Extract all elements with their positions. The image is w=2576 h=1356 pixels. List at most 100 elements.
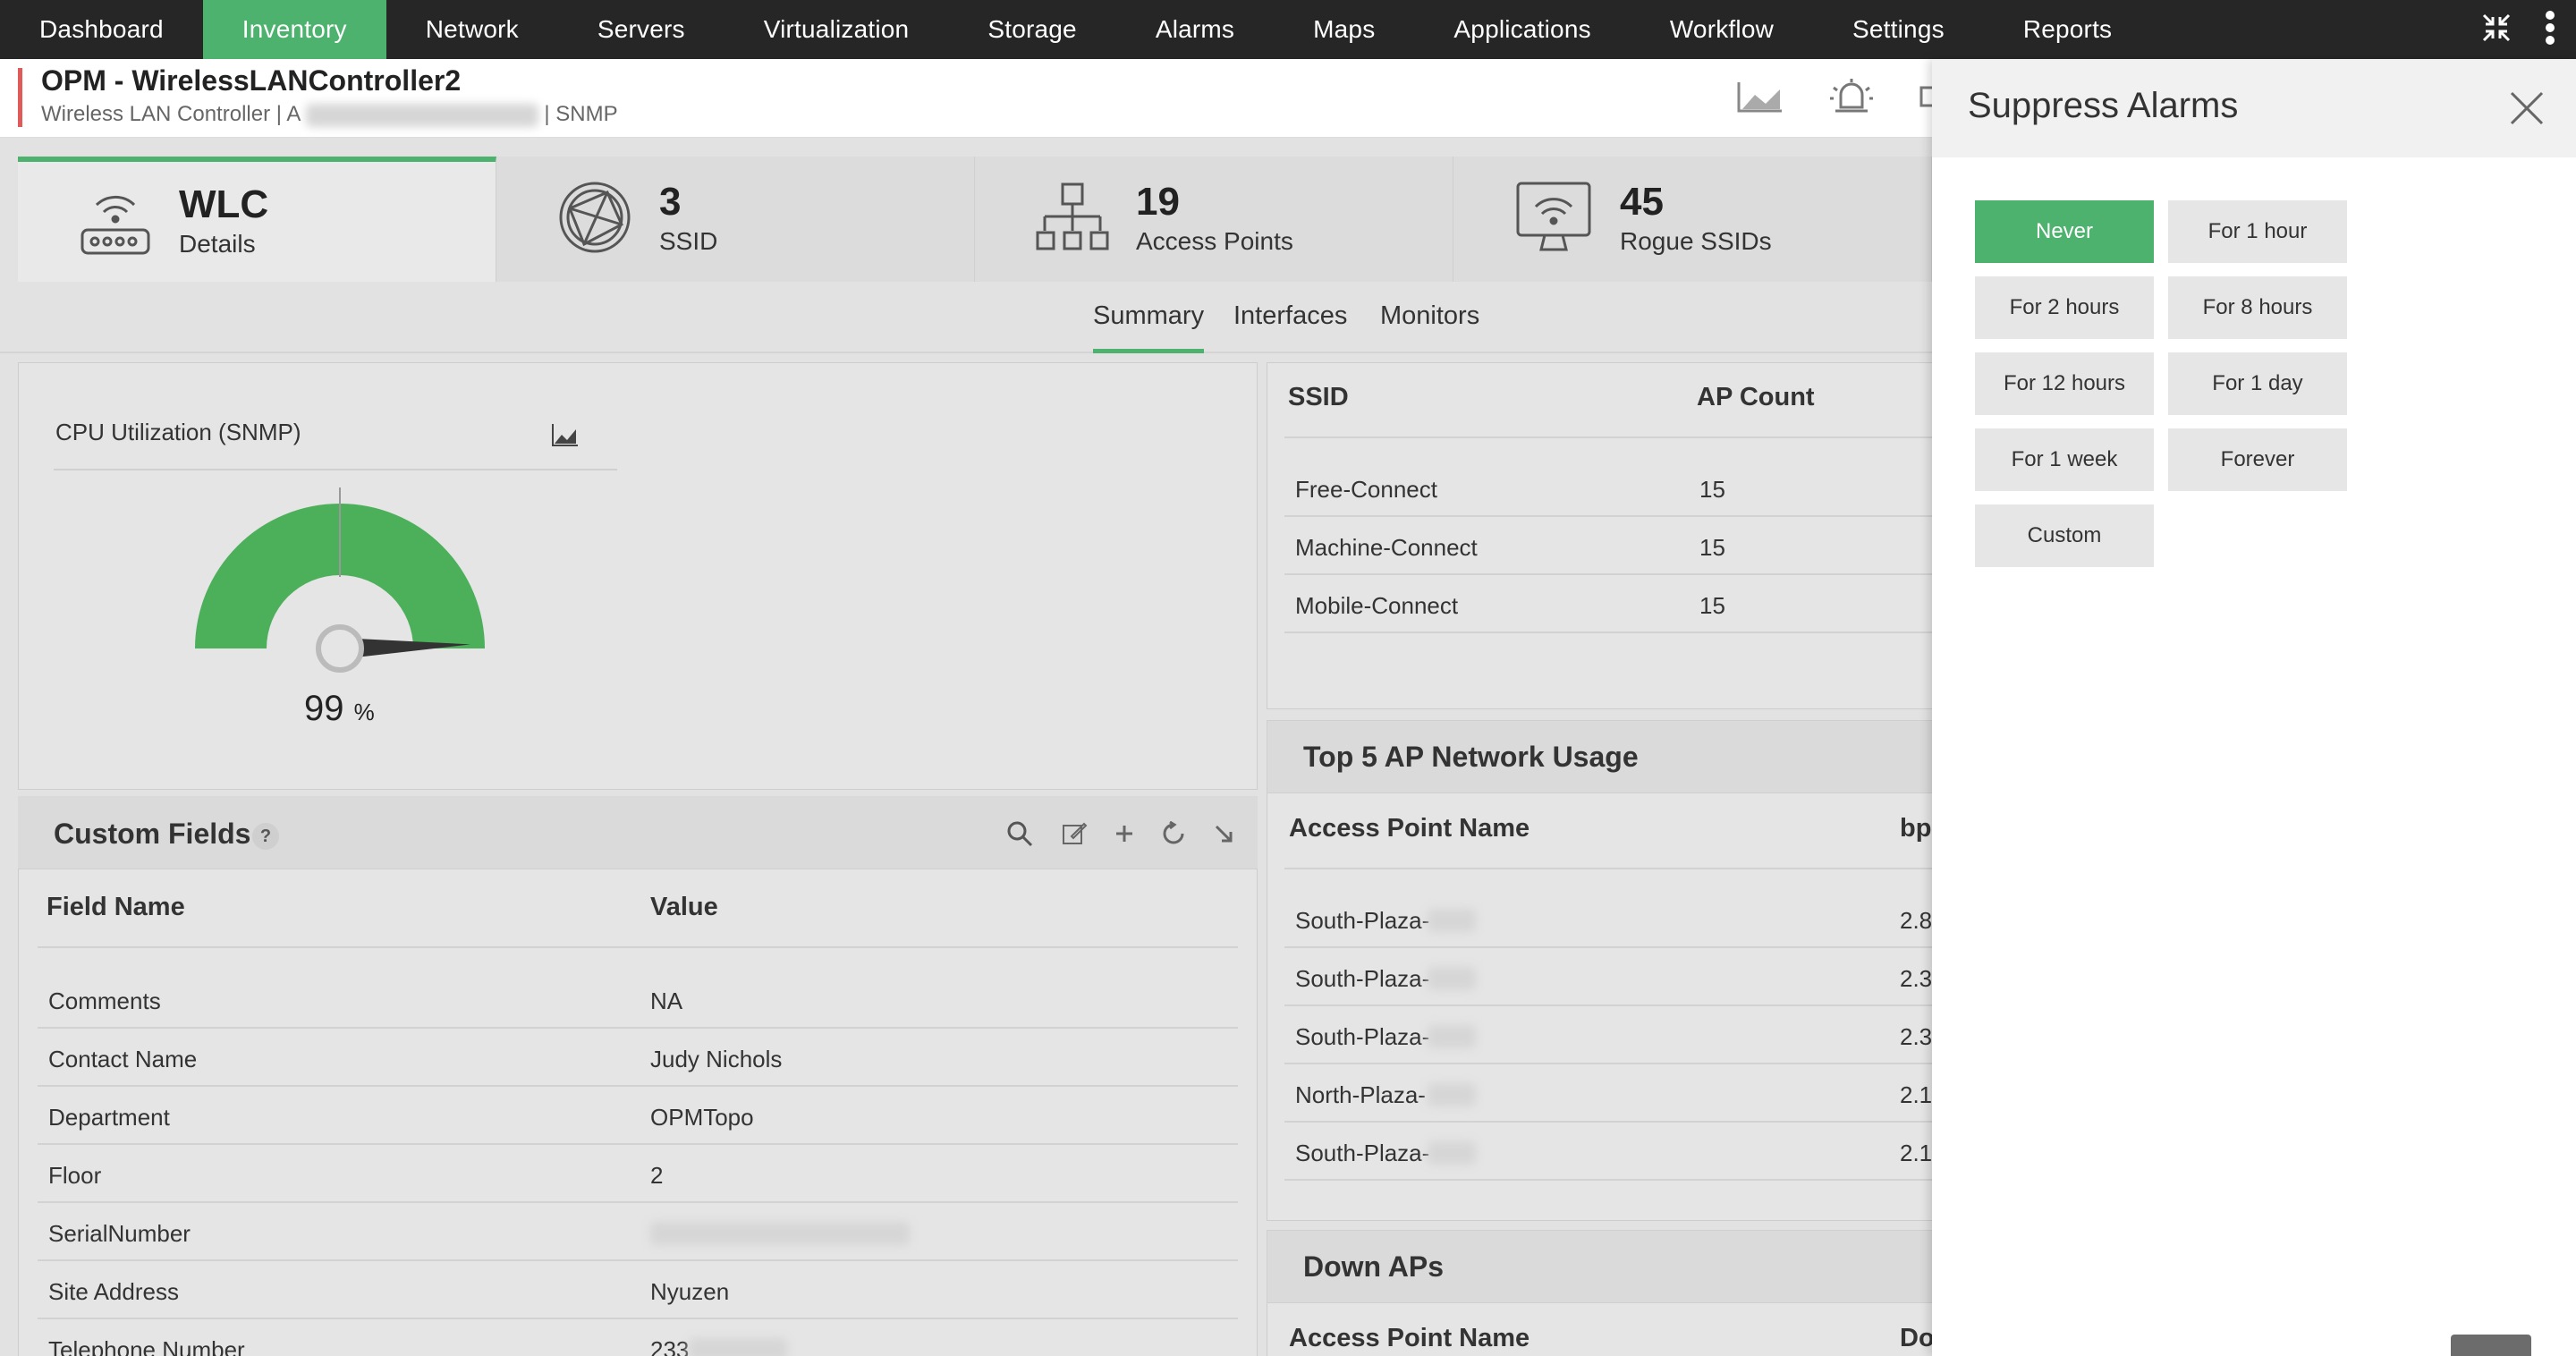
page-title: OPM - WirelessLANController2 [41, 64, 462, 97]
suppress-forever-button[interactable]: Forever [2168, 428, 2347, 491]
tile-label: Details [179, 230, 256, 258]
suppress-1-week-button[interactable]: For 1 week [1975, 428, 2154, 491]
col-ap-count: AP Count [1697, 383, 1815, 411]
help-icon[interactable]: ? [252, 823, 279, 850]
ap-name: North-Plaza- [1295, 1081, 1426, 1108]
device-subtitle: Wireless LAN Controller | A | SNMP [41, 102, 618, 127]
nav-virtualization[interactable]: Virtualization [724, 0, 949, 59]
suppress-1-day-button[interactable]: For 1 day [2168, 352, 2347, 415]
tile-label: Rogue SSIDs [1620, 227, 1772, 255]
gauge-hub [316, 624, 364, 673]
redacted-suffix [1428, 1083, 1476, 1106]
ap-bps: 2.3 [1900, 965, 1933, 992]
top5-title: Top 5 AP Network Usage [1303, 741, 1639, 773]
table-row: Telephone Number 233 [38, 1320, 1238, 1356]
more-vertical-icon[interactable] [2544, 10, 2556, 50]
tab-monitors[interactable]: Monitors [1380, 301, 1479, 331]
suppress-alarms-panel: Suppress Alarms Never For 1 hour For 2 h… [1932, 59, 2576, 1356]
table-row: SerialNumber [38, 1204, 1238, 1261]
ap-name: South-Plaza- [1295, 1140, 1430, 1166]
summary-tiles: WLC Details 3 SSID 19 Access Points 45 R… [18, 157, 1932, 282]
subtitle-suffix: | SNMP [544, 102, 618, 126]
chart-icon[interactable] [551, 422, 580, 452]
field-name: Department [48, 1104, 170, 1131]
field-name: Site Address [48, 1278, 179, 1305]
field-name: Contact Name [48, 1046, 198, 1072]
suppress-never-button[interactable]: Never [1975, 200, 2154, 263]
table-row: South-Plaza- 2.1 [1284, 1123, 1932, 1181]
down-aps-header: Down APs [1267, 1230, 1946, 1303]
table-row: South-Plaza- 2.8 [1284, 891, 1932, 948]
field-value: Nyuzen [650, 1278, 730, 1305]
cpu-title: CPU Utilization (SNMP) [55, 419, 301, 445]
col-access-point-name: Access Point Name [1289, 1324, 1530, 1352]
col-down-since: Do [1900, 1324, 1935, 1352]
nav-maps[interactable]: Maps [1274, 0, 1414, 59]
tile-access-points[interactable]: 19 Access Points [975, 157, 1453, 282]
redacted-suffix [1428, 1141, 1476, 1165]
field-name: Floor [48, 1162, 102, 1189]
table-row: Contact Name Judy Nichols [38, 1030, 1238, 1087]
custom-fields-header: Custom Fields ? [18, 796, 1258, 869]
wlc-router-icon [79, 183, 152, 261]
chat-tab[interactable] [2451, 1335, 2531, 1356]
redacted-serial [650, 1222, 910, 1245]
suppress-1-hour-button[interactable]: For 1 hour [2168, 200, 2347, 263]
nav-settings[interactable]: Settings [1813, 0, 1984, 59]
nav-network[interactable]: Network [386, 0, 558, 59]
ap-count: 15 [1699, 592, 1725, 619]
collapse-icon[interactable] [2481, 13, 2512, 47]
cpu-gauge [195, 487, 485, 673]
add-icon[interactable] [1114, 824, 1134, 848]
suppress-custom-button[interactable]: Custom [1975, 504, 2154, 567]
redacted-suffix [1428, 1025, 1476, 1048]
tile-rogue-ssids[interactable]: 45 Rogue SSIDs [1453, 157, 1932, 282]
table-row: Floor 2 [38, 1146, 1238, 1203]
tile-value: 45 [1620, 180, 1664, 224]
redacted-suffix [1428, 909, 1476, 932]
tab-interfaces[interactable]: Interfaces [1233, 301, 1347, 331]
table-row: Mobile-Connect 15 [1284, 576, 1932, 633]
nav-alarms[interactable]: Alarms [1116, 0, 1274, 59]
graph-icon[interactable] [1735, 79, 1785, 119]
search-icon[interactable] [1005, 819, 1034, 852]
nav-right-tools [2481, 0, 2576, 59]
divider [54, 469, 617, 470]
col-field-name: Field Name [47, 893, 185, 921]
suppress-8-hours-button[interactable]: For 8 hours [2168, 276, 2347, 339]
globe-icon [557, 180, 632, 259]
field-value: Judy Nichols [650, 1046, 783, 1072]
nav-storage[interactable]: Storage [948, 0, 1115, 59]
sub-tabs: Summary Interfaces Monitors [0, 282, 1932, 353]
minimize-icon[interactable] [1213, 823, 1234, 849]
field-name: SerialNumber [48, 1220, 191, 1247]
nav-servers[interactable]: Servers [558, 0, 724, 59]
suppress-2-hours-button[interactable]: For 2 hours [1975, 276, 2154, 339]
tile-value: 3 [659, 180, 682, 224]
nav-applications[interactable]: Applications [1414, 0, 1630, 59]
nav-reports[interactable]: Reports [1984, 0, 2151, 59]
table-row: Department OPMTopo [38, 1088, 1238, 1145]
monitor-wifi-icon [1514, 180, 1593, 259]
redacted-suffix [1428, 967, 1476, 990]
edit-icon[interactable] [1061, 820, 1088, 852]
tile-wlc-details[interactable]: WLC Details [18, 157, 496, 282]
tab-summary[interactable]: Summary [1093, 301, 1205, 353]
ssid-name: Free-Connect [1295, 476, 1437, 503]
top5-header: Top 5 AP Network Usage [1267, 720, 1946, 793]
suppress-12-hours-button[interactable]: For 12 hours [1975, 352, 2154, 415]
close-icon[interactable] [2504, 86, 2549, 131]
cpu-number: 99 [304, 689, 344, 728]
refresh-icon[interactable] [1161, 820, 1186, 851]
nav-inventory[interactable]: Inventory [202, 0, 386, 59]
col-value: Value [650, 893, 718, 921]
divider [1284, 436, 1932, 438]
col-ssid: SSID [1288, 383, 1349, 411]
nav-dashboard[interactable]: Dashboard [0, 0, 203, 59]
alarm-bell-icon[interactable] [1826, 75, 1877, 123]
redacted-address [305, 103, 538, 127]
tile-ssid[interactable]: 3 SSID [496, 157, 975, 282]
nav-workflow[interactable]: Workflow [1631, 0, 1813, 59]
tile-label: SSID [659, 227, 718, 255]
table-row: Free-Connect 15 [1284, 460, 1932, 517]
